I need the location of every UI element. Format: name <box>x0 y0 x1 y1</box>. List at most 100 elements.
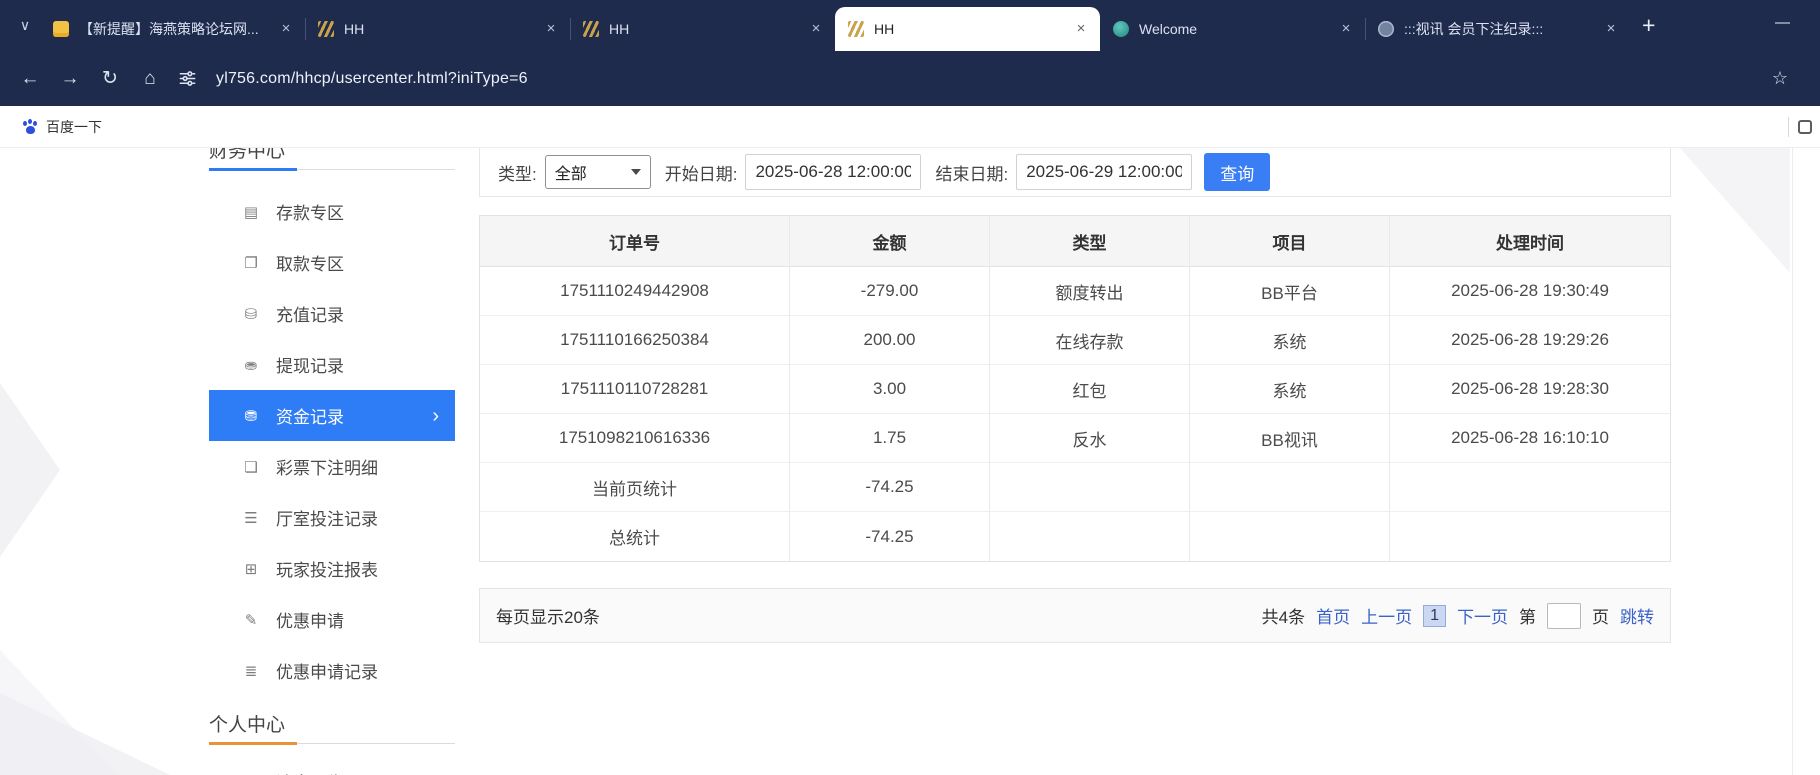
chevron-down-icon <box>631 169 641 175</box>
table-cell: 2025-06-28 19:29:26 <box>1390 316 1670 365</box>
sidebar-item-label: 消息公告 <box>276 769 344 775</box>
table-cell <box>1390 512 1670 561</box>
sidebar-item-recharge-records[interactable]: ⛁ 充值记录 <box>209 288 455 339</box>
tab-close-button[interactable]: × <box>1072 20 1090 38</box>
decorative-triangle <box>0 650 118 775</box>
page-content: 财务中心 ▤ 存款专区 ❐ 取款专区 ⛁ 充值记录 ⛂ 提现记录 ⛃ 资金记录 <box>0 148 1820 775</box>
hh-site-icon <box>318 21 334 37</box>
bookmark-baidu[interactable]: 百度一下 <box>14 113 110 141</box>
sidebar-item-promo-records[interactable]: ≣ 优惠申请记录 <box>209 645 455 696</box>
column-header-amount: 金额 <box>790 216 990 267</box>
table-cell: BB视讯 <box>1190 414 1390 463</box>
tab-close-button[interactable]: × <box>277 20 295 38</box>
table-cell: 2025-06-28 19:28:30 <box>1390 365 1670 414</box>
player-bet-report-icon: ⊞ <box>239 560 263 578</box>
prev-page-link[interactable]: 上一页 <box>1361 603 1412 628</box>
side-panel-icon[interactable] <box>1798 120 1812 134</box>
sidebar-item-funds-records[interactable]: ⛃ 资金记录 › <box>209 390 455 441</box>
main-panel: 类型: 全部 开始日期: 结束日期: 查询 订单号 金额 类型 项目 处理时间 … <box>479 148 1671 643</box>
tab-forum[interactable]: 【新提醒】海燕策略论坛网... × <box>40 7 305 51</box>
refresh-button[interactable]: ↻ <box>90 67 130 90</box>
withdraw-zone-icon: ❐ <box>239 254 263 272</box>
tab-video-bet-records[interactable]: :::视讯 会员下注纪录::: × <box>1365 7 1630 51</box>
sidebar-partial-row: ✉ 消息公告 <box>209 756 455 775</box>
search-button[interactable]: 查询 <box>1204 153 1270 191</box>
table-cell: 2025-06-28 16:10:10 <box>1390 414 1670 463</box>
table-cell: 1.75 <box>790 414 990 463</box>
sidebar-item-lottery-bet-details[interactable]: ❏ 彩票下注明细 <box>209 441 455 492</box>
first-page-link[interactable]: 首页 <box>1316 603 1350 628</box>
table-cell: 1751110249442908 <box>480 267 790 316</box>
table-cell <box>1190 512 1390 561</box>
sidebar-item-label: 优惠申请记录 <box>276 658 378 683</box>
table-cell: 红包 <box>990 365 1190 414</box>
back-button[interactable]: ← <box>10 68 50 90</box>
sidebar-item-promo-application[interactable]: ✎ 优惠申请 <box>209 594 455 645</box>
tab-title: HH <box>609 21 799 37</box>
next-page-link[interactable]: 下一页 <box>1457 603 1508 628</box>
sidebar-item-deposit-zone[interactable]: ▤ 存款专区 <box>209 186 455 237</box>
sidebar-item-messages[interactable]: ✉ 消息公告 <box>209 756 455 775</box>
sidebar-item-label: 存款专区 <box>276 199 344 224</box>
per-page-label: 每页显示20条 <box>496 603 600 628</box>
tab-title: Welcome <box>1139 21 1329 37</box>
table-cell: BB平台 <box>1190 267 1390 316</box>
site-info-icon[interactable] <box>170 69 204 88</box>
baidu-favicon <box>22 119 38 135</box>
end-date-input[interactable] <box>1016 154 1192 190</box>
type-select[interactable]: 全部 <box>545 155 651 189</box>
pagination-bar: 每页显示20条 共4条 首页 上一页 1 下一页 第 页 跳转 <box>479 588 1671 643</box>
table-cell: 1751098210616336 <box>480 414 790 463</box>
type-label: 类型: <box>498 160 537 185</box>
tab-hh-2[interactable]: HH × <box>570 7 835 51</box>
jump-button[interactable]: 跳转 <box>1620 603 1654 628</box>
tab-search-button[interactable]: ∨ <box>10 11 40 41</box>
browser-toolbar: ← → ↻ ⌂ yl756.com/hhcp/usercenter.html?i… <box>0 51 1820 106</box>
forward-button[interactable]: → <box>50 68 90 90</box>
funds-table: 订单号 金额 类型 项目 处理时间 1751110249442908 -279.… <box>479 215 1671 562</box>
jump-page-input[interactable] <box>1547 603 1581 629</box>
funds-records-icon: ⛃ <box>239 407 263 425</box>
tab-welcome[interactable]: Welcome × <box>1100 7 1365 51</box>
section-title: 财务中心 <box>209 148 287 163</box>
tab-hh-1[interactable]: HH × <box>305 7 570 51</box>
section-title: 个人中心 <box>209 710 287 737</box>
sidebar-item-withdraw-zone[interactable]: ❐ 取款专区 <box>209 237 455 288</box>
table-cell: 反水 <box>990 414 1190 463</box>
sidebar-item-label: 厅室投注记录 <box>276 505 378 530</box>
new-tab-button[interactable]: + <box>1642 14 1655 37</box>
sidebar-item-label: 彩票下注明细 <box>276 454 378 479</box>
tab-title: HH <box>874 21 1064 37</box>
home-button[interactable]: ⌂ <box>130 68 170 90</box>
sidebar-item-player-bet-report[interactable]: ⊞ 玩家投注报表 <box>209 543 455 594</box>
start-date-input[interactable] <box>745 154 921 190</box>
table-row: 1751098210616336 1.75 反水 BB视讯 2025-06-28… <box>480 414 1670 463</box>
tab-close-button[interactable]: × <box>807 20 825 38</box>
tab-bar: ∨ 【新提醒】海燕策略论坛网... × HH × HH × HH × Welco… <box>0 0 1820 51</box>
tab-close-button[interactable]: × <box>1602 20 1620 38</box>
tab-close-button[interactable]: × <box>542 20 560 38</box>
bookmark-star-icon[interactable]: ☆ <box>1772 68 1788 89</box>
sidebar-item-withdrawal-records[interactable]: ⛂ 提现记录 <box>209 339 455 390</box>
sidebar-item-label: 资金记录 <box>276 403 344 428</box>
sidebar-item-hall-bet-records[interactable]: ☰ 厅室投注记录 <box>209 492 455 543</box>
address-bar[interactable]: yl756.com/hhcp/usercenter.html?iniType=6 <box>216 70 1772 88</box>
table-cell <box>990 512 1190 561</box>
promo-application-icon: ✎ <box>239 611 263 629</box>
column-header-project: 项目 <box>1190 216 1390 267</box>
tab-close-button[interactable]: × <box>1337 20 1355 38</box>
welcome-site-icon <box>1113 21 1129 37</box>
hall-bet-records-icon: ☰ <box>239 509 263 527</box>
current-page[interactable]: 1 <box>1423 605 1446 627</box>
bookmarks-bar-divider <box>1788 117 1789 137</box>
table-header-row: 订单号 金额 类型 项目 处理时间 <box>480 216 1670 267</box>
tab-hh-active[interactable]: HH × <box>835 7 1100 51</box>
bookmarks-bar: 百度一下 <box>0 106 1820 148</box>
withdrawal-records-icon: ⛂ <box>239 356 263 374</box>
tab-title: :::视讯 会员下注纪录::: <box>1404 19 1594 39</box>
sidebar-item-label: 取款专区 <box>276 250 344 275</box>
table-row: 1751110249442908 -279.00 额度转出 BB平台 2025-… <box>480 267 1670 316</box>
globe-icon <box>1378 21 1394 37</box>
minimize-button[interactable]: — <box>1775 14 1790 31</box>
sidebar-item-label: 提现记录 <box>276 352 344 377</box>
